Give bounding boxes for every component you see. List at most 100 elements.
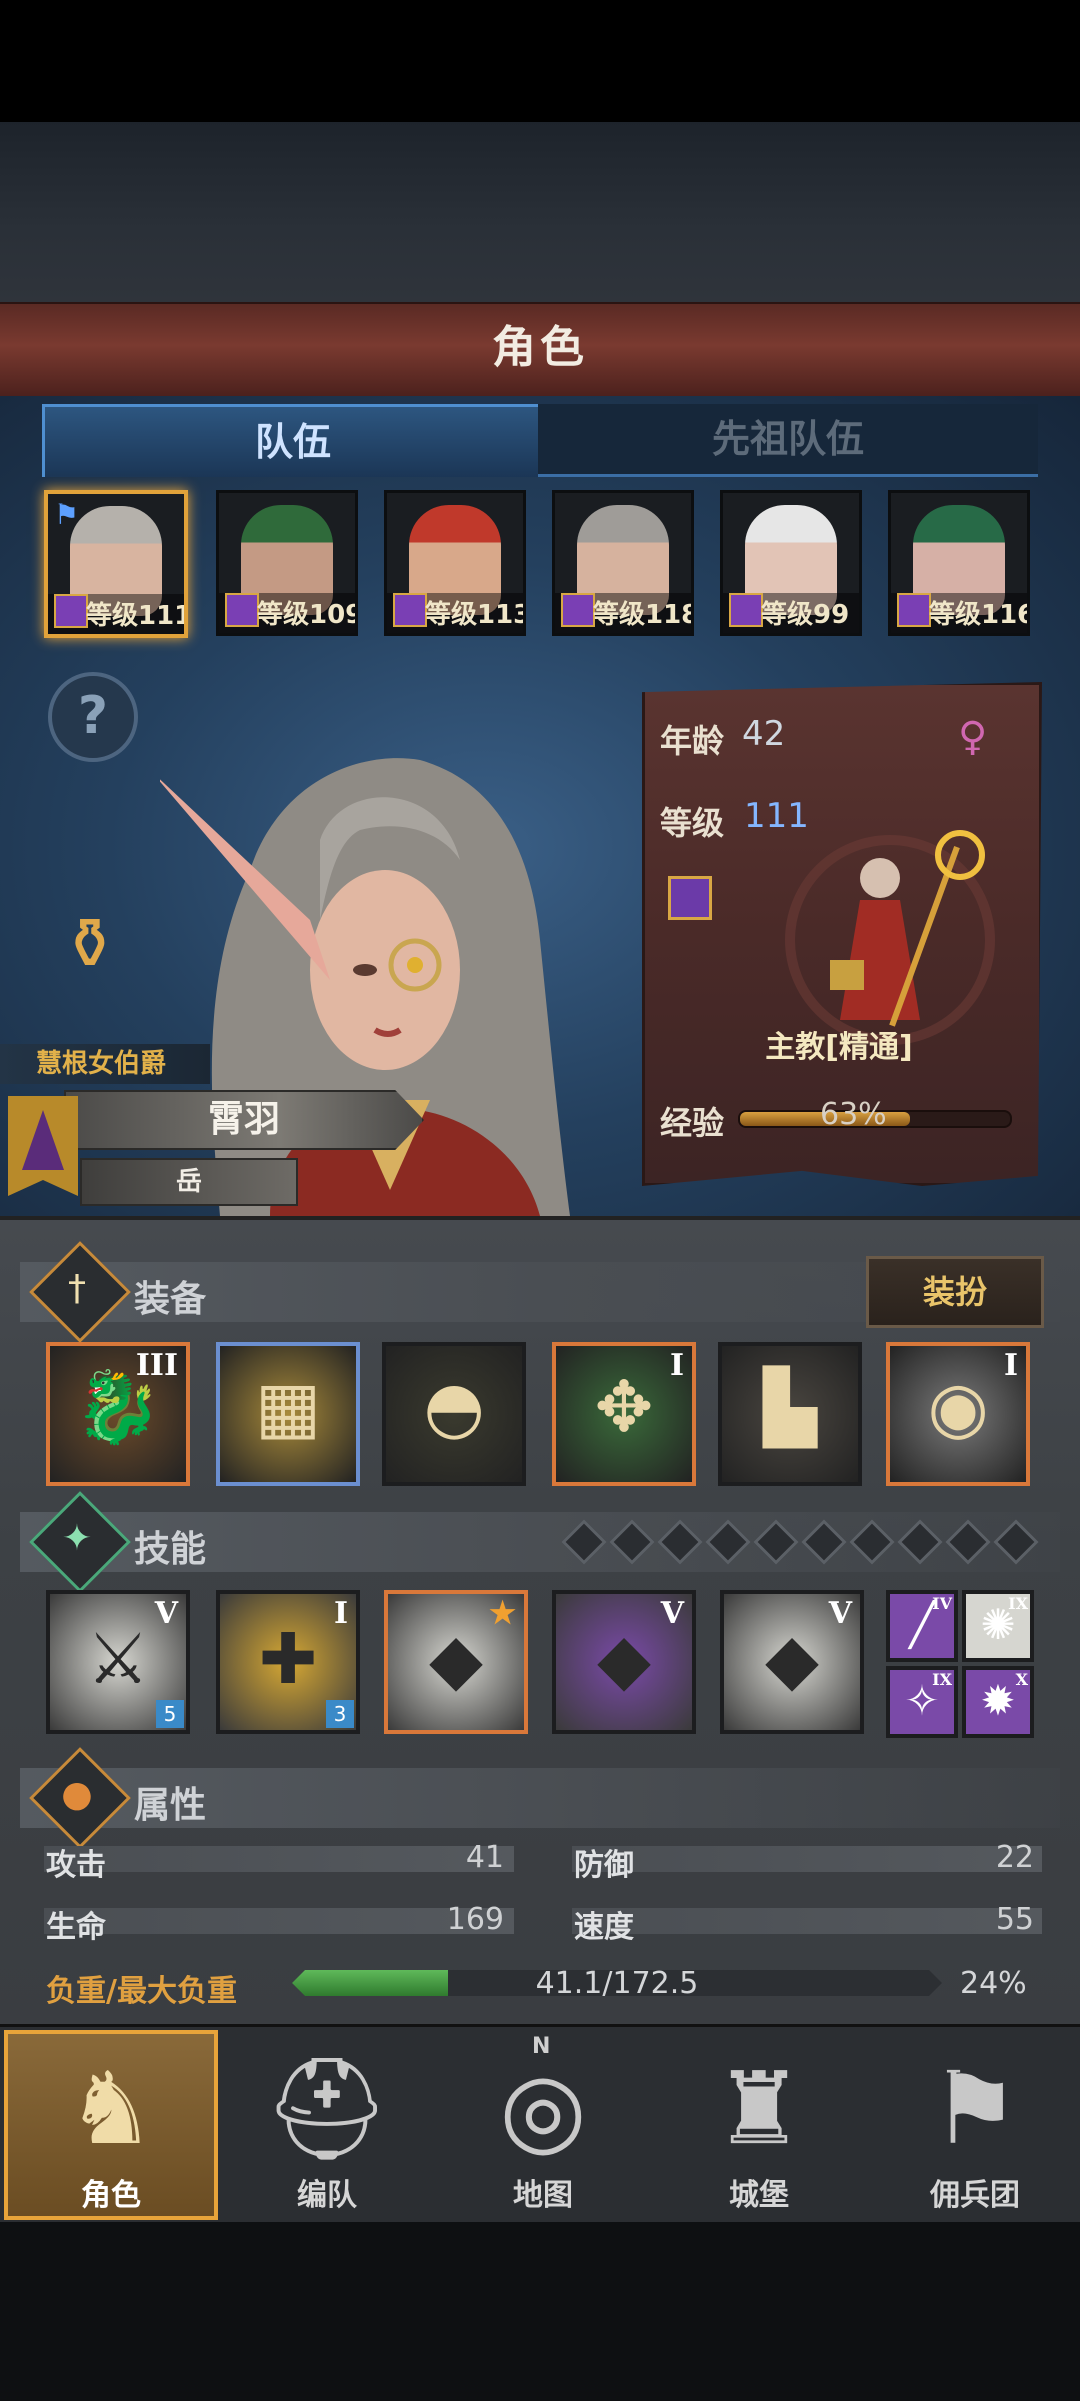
roster-level: 等级99 [761,600,850,630]
roster-card[interactable]: 等级111 ⚑ [44,490,188,638]
character-title-label: 慧根女伯爵 [0,1044,210,1084]
castle-icon: ♜ [714,2050,804,2167]
hp-label: 生命 [46,1910,106,1945]
roster-card[interactable]: 等级99 [720,490,862,636]
nav-label: 地图 [513,2178,573,2213]
nav-label: 角色 [81,2178,141,2213]
bishop-class-figure-icon [785,830,995,1045]
age-label: 年龄 [660,722,725,760]
skill-tier-label: V [154,1596,178,1631]
defense-value: 22 [995,1840,1034,1875]
passive-skill-slot[interactable]: ✺ IX [962,1590,1034,1662]
knight-icon: ♞ [66,2050,156,2167]
dress-up-button[interactable]: 装扮 [866,1256,1044,1328]
bottom-dark-area [0,2222,1080,2401]
attack-label: 攻击 [46,1848,106,1883]
equipment-title: 装备 [134,1279,207,1320]
roster-level: 等级109 [257,600,358,630]
potion-icon[interactable]: ⚱ [44,898,136,990]
tier-label: III [135,1348,178,1383]
character-surname-plate: 岳 [80,1158,298,1206]
gender-female-icon: ♀ [958,714,988,760]
skill-charge-badge: 5 [156,1700,184,1728]
upper-background [0,122,1080,302]
passive-tier-label: X [1015,1670,1028,1689]
nav-label: 城堡 [729,2178,789,2213]
dagger-icon: † [68,1268,86,1309]
tab-party[interactable]: 队伍 [42,404,544,477]
nav-mercenary[interactable]: ⚑ 佣兵团 [868,2030,1080,2220]
roster-card[interactable]: 等级118 [552,490,694,636]
level-strip: 等级111 [48,594,184,634]
passive-tier-label: IV [932,1594,952,1613]
page-title: 角色 [492,322,588,373]
skill-slot[interactable]: ◆ ★ [384,1590,528,1734]
weight-label: 负重/最大负重 [46,1974,237,2009]
character-name-plate: 霄羽 [64,1090,424,1150]
roster-card[interactable]: 等级113 [384,490,526,636]
golden-chest-armor-icon: ▦ [254,1366,322,1448]
equipment-slot[interactable]: ▙ [718,1342,862,1486]
class-staff-icon [225,593,259,627]
passive-tier-label: IX [1008,1594,1028,1613]
passive-skill-slot[interactable]: ✹ X [962,1666,1034,1738]
nav-castle[interactable]: ♜ 城堡 [652,2030,866,2220]
skill-slot[interactable]: ◆ V [552,1590,696,1734]
class-staff-icon [897,593,931,627]
nav-knight[interactable]: ♞ 角色 [4,2030,218,2220]
speed-value: 55 [995,1902,1034,1937]
hp-value: 169 [446,1902,504,1937]
skill-charge-badge: 3 [326,1700,354,1728]
tab-ancestor-party[interactable]: 先祖队伍 [538,404,1038,477]
roster-level: 等级113 [425,600,526,630]
person-icon: ● [61,1774,93,1815]
equipment-slot[interactable]: ◉ I [886,1342,1030,1486]
skill-tier-label: I [333,1596,348,1631]
passive-tier-label: IX [932,1670,952,1689]
roster-level: 等级116 [929,600,1030,630]
roster-level: 等级118 [593,600,694,630]
hood-icon: ◓ [423,1366,485,1448]
weight-percent: 24% [960,1966,1027,2001]
class-name: 主教[精通] [765,1030,913,1065]
speed-label: 速度 [574,1910,634,1945]
class-staff-icon [561,593,595,627]
class-staff-icon [393,593,427,627]
skill-slot[interactable]: ◆ V [720,1590,864,1734]
level-strip: 等级99 [723,593,859,633]
status-bar-area [0,0,1080,122]
equipment-slot[interactable]: ▦ [216,1342,360,1486]
skill-tier-label: V [660,1596,684,1631]
equipment-slot[interactable]: ◓ [382,1342,526,1486]
class-staff-icon [668,876,712,920]
attack-value: 41 [465,1840,504,1875]
age-value: 42 [742,714,786,754]
equipment-slot[interactable]: 🐉 III [46,1342,190,1486]
compass-north-label: N [532,2034,551,2059]
help-button[interactable]: ? [48,672,138,762]
roster-card[interactable]: 等级109 [216,490,358,636]
tier-label: I [1003,1348,1018,1383]
character-surname: 岳 [175,1167,202,1197]
nav-label: 编队 [297,2178,357,2213]
passive-skill-slot[interactable]: ╱ IV [886,1590,958,1662]
helmet-icon: ⛑ [263,2050,391,2167]
skill-slot[interactable]: ⚔ V 5 [46,1590,190,1734]
level-strip: 等级118 [555,593,691,633]
roster-level: 等级111 [86,601,188,631]
weight-value: 41.1/172.5 [535,1966,699,2001]
attributes-title: 属性 [134,1785,207,1826]
skill-tier-label: ★ [489,1596,516,1631]
character-name: 霄羽 [207,1099,280,1140]
boots-icon: ▙ [763,1366,817,1448]
level-strip: 等级113 [387,593,523,633]
class-staff-icon [54,594,88,628]
exp-value: 63% [820,1097,887,1132]
nav-helmet[interactable]: ⛑ 编队 [220,2030,434,2220]
skill-slot[interactable]: ✚ I 3 [216,1590,360,1734]
passive-skill-slot[interactable]: ✧ IX [886,1666,958,1738]
roster-card[interactable]: 等级116 [888,490,1030,636]
skill-tier-label: V [828,1596,852,1631]
skills-title: 技能 [134,1529,207,1570]
equipment-slot[interactable]: ✥ I [552,1342,696,1486]
